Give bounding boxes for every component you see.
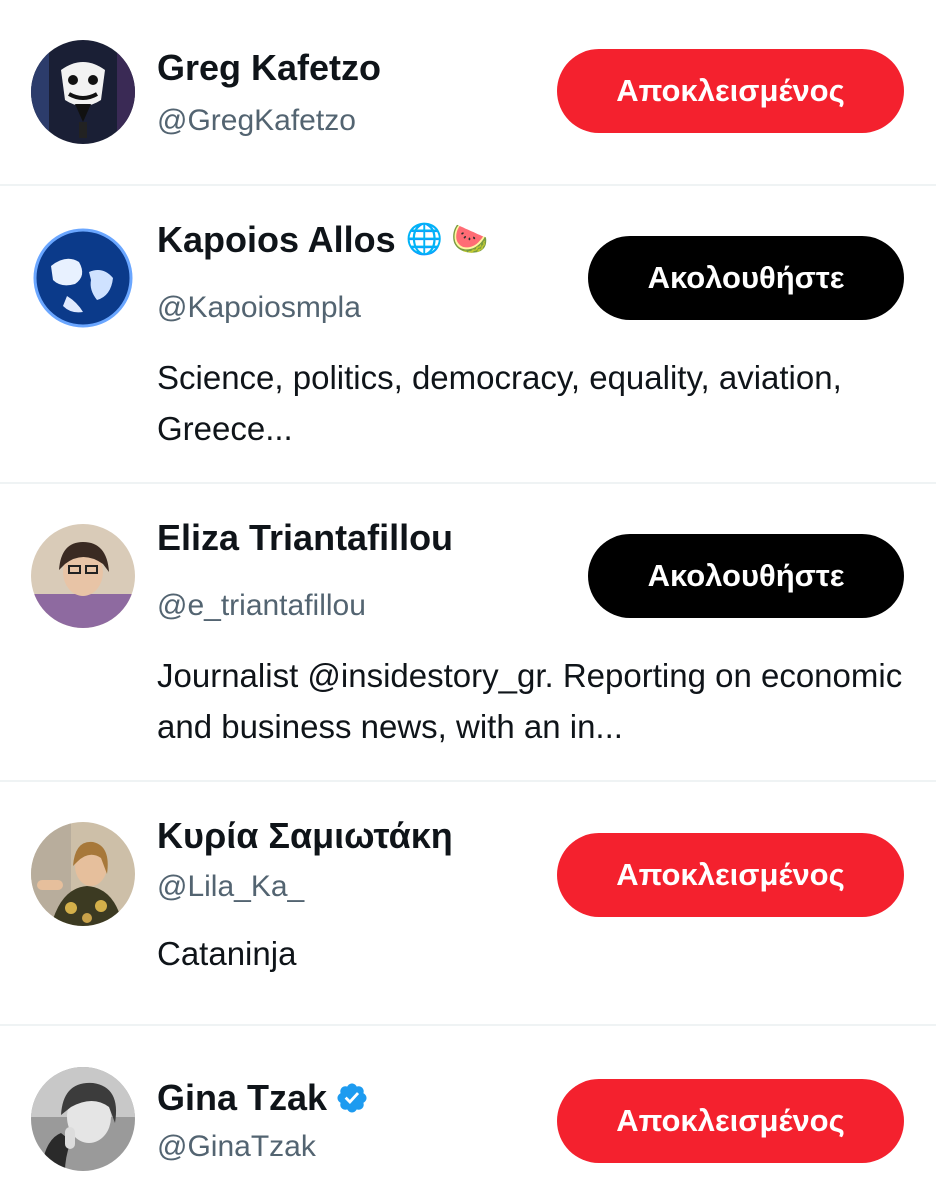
user-avatar[interactable] (31, 822, 135, 926)
emoji-badges: 🌐 🍉 (405, 223, 489, 256)
user-handle[interactable]: @GregKafetzo (157, 103, 356, 139)
user-avatar[interactable] (31, 524, 135, 628)
follow-button[interactable]: Ακολουθήστε (588, 236, 904, 320)
user-avatar[interactable] (31, 40, 135, 144)
photo-avatar-icon (31, 524, 135, 628)
mask-avatar-icon (31, 40, 135, 144)
globe-avatar-icon (31, 226, 135, 330)
follow-button[interactable]: Ακολουθήστε (588, 534, 904, 618)
photo-avatar-icon (31, 822, 135, 926)
user-bio: Journalist @insidestory_gr. Reporting on… (157, 657, 903, 745)
user-avatar[interactable] (31, 1067, 135, 1171)
user-row[interactable]: Gina Tzak @GinaTzak Αποκλεισμένος (0, 1026, 936, 1201)
user-avatar[interactable] (31, 226, 135, 330)
user-row[interactable]: Kapoios Allos 🌐 🍉 @Kapoiosmpla Science, … (0, 186, 936, 484)
bw-photo-avatar-icon (31, 1067, 135, 1171)
user-handle[interactable]: @Kapoiosmpla (157, 290, 361, 326)
user-row[interactable]: Eliza Triantafillou @e_triantafillou Jou… (0, 484, 936, 782)
user-name[interactable]: Greg Kafetzo (157, 48, 381, 88)
blocked-button[interactable]: Αποκλεισμένος (557, 1079, 904, 1163)
user-row[interactable]: Κυρία Σαμιωτάκη @Lila_Ka_ Cataninja Αποκ… (0, 782, 936, 1026)
user-handle[interactable]: @Lila_Ka_ (157, 869, 304, 905)
user-name[interactable]: Κυρία Σαμιωτάκη (157, 816, 453, 856)
user-bio: Science, politics, democracy, equality, … (157, 359, 842, 447)
user-list: Greg Kafetzo @GregKafetzo Αποκλεισμένος … (0, 0, 936, 1201)
user-name[interactable]: Eliza Triantafillou (157, 518, 453, 558)
blocked-button[interactable]: Αποκλεισμένος (557, 49, 904, 133)
user-name[interactable]: Kapoios Allos 🌐 🍉 (157, 220, 489, 260)
user-handle[interactable]: @e_triantafillou (157, 588, 366, 624)
user-handle[interactable]: @GinaTzak (157, 1129, 316, 1165)
blocked-button[interactable]: Αποκλεισμένος (557, 833, 904, 917)
user-bio: Cataninja (157, 935, 297, 972)
user-name[interactable]: Gina Tzak (157, 1078, 369, 1118)
verified-badge-icon (335, 1081, 369, 1115)
user-row[interactable]: Greg Kafetzo @GregKafetzo Αποκλεισμένος (0, 0, 936, 186)
